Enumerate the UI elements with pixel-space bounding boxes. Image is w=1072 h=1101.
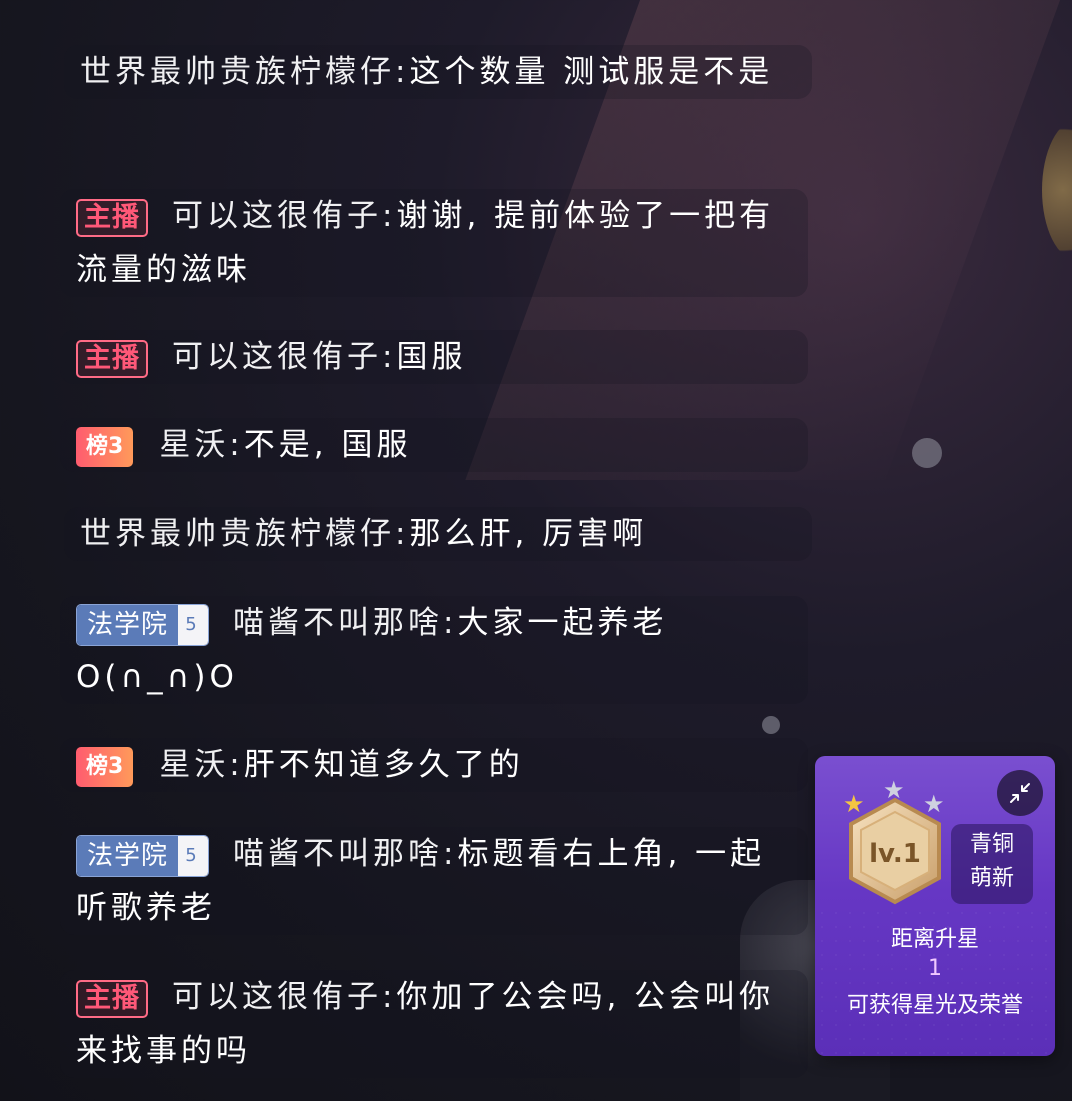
host-badge: 主播 xyxy=(76,198,148,237)
level-label: lv.1 xyxy=(869,839,921,869)
chat-username[interactable]: 可以这很侑子: xyxy=(172,198,396,234)
chat-message: 榜3 星沃:不是, 国服 xyxy=(60,418,808,472)
chat-text: 肝不知道多久了的 xyxy=(243,747,524,783)
chat-message: 主播 可以这很侑子:国服 xyxy=(60,330,808,384)
distance-value: 1 xyxy=(928,956,942,981)
chat-message: 榜3 星沃:肝不知道多久了的 xyxy=(60,738,808,792)
collapse-arrows-icon[interactable] xyxy=(997,770,1043,816)
rank-badge: 榜3 xyxy=(76,746,134,787)
rank-badge: 榜3 xyxy=(76,426,134,467)
background-planet xyxy=(1042,120,1072,260)
chat-username[interactable]: 可以这很侑子: xyxy=(172,339,396,375)
chat-message: 世界最帅贵族柠檬仔:那么肝, 厉害啊 xyxy=(64,507,812,561)
host-badge: 主播 xyxy=(76,979,148,1018)
chat-message: 主播 可以这很侑子:你加了公会吗, 公会叫你来找事的吗 xyxy=(60,970,808,1078)
fan-club-badge: 法学院 5 xyxy=(76,603,210,646)
fan-club-name: 法学院 xyxy=(77,835,179,876)
chat-text: 不是, 国服 xyxy=(243,427,412,463)
background-star xyxy=(912,438,942,468)
chat-username[interactable]: 可以这很侑子: xyxy=(172,979,396,1015)
fan-club-badge: 法学院 5 xyxy=(76,834,210,877)
chat-username[interactable]: 世界最帅贵族柠檬仔: xyxy=(80,516,409,552)
chat-message: 世界最帅贵族柠檬仔:这个数量 测试服是不是 xyxy=(64,45,812,99)
tier-subname: 萌新 xyxy=(969,866,1014,891)
chat-username[interactable]: 世界最帅贵族柠檬仔: xyxy=(80,54,409,90)
chat-text: 国服 xyxy=(396,339,467,375)
reward-label: 可获得星光及荣誉 xyxy=(846,993,1023,1018)
chat-username[interactable]: 喵酱不叫那啥: xyxy=(233,836,457,872)
chat-username[interactable]: 星沃: xyxy=(159,427,243,463)
level-progress-info: 距离升星 1 可获得星光及荣誉 xyxy=(815,924,1055,1030)
chat-message: 法学院 5 喵酱不叫那啥:标题看右上角, 一起听歌养老 xyxy=(60,827,808,935)
chat-message: 法学院 5 喵酱不叫那啥:大家一起养老O(∩_∩)O xyxy=(60,596,808,704)
tier-name: 青铜 xyxy=(969,832,1014,857)
fan-club-name: 法学院 xyxy=(77,604,179,645)
fan-club-level: 5 xyxy=(178,604,209,645)
host-badge: 主播 xyxy=(76,339,148,378)
chat-username[interactable]: 星沃: xyxy=(159,747,243,783)
fan-level-panel[interactable]: ★ ★ ★ lv.1 青铜 萌新 距离升星 1 可获得星光及荣誉 xyxy=(815,756,1055,1056)
background-star xyxy=(762,716,780,734)
tier-box: 青铜 萌新 xyxy=(951,824,1033,904)
level-badge-icon: lv.1 xyxy=(845,796,945,906)
chat-username[interactable]: 喵酱不叫那啥: xyxy=(233,605,457,641)
chat-text: 那么肝, 厉害啊 xyxy=(409,516,648,552)
distance-label: 距离升星 xyxy=(890,927,979,952)
chat-message: 主播 可以这很侑子:谢谢, 提前体验了一把有流量的滋味 xyxy=(60,189,808,297)
chat-text: 这个数量 测试服是不是 xyxy=(409,54,774,90)
fan-club-level: 5 xyxy=(178,835,209,876)
